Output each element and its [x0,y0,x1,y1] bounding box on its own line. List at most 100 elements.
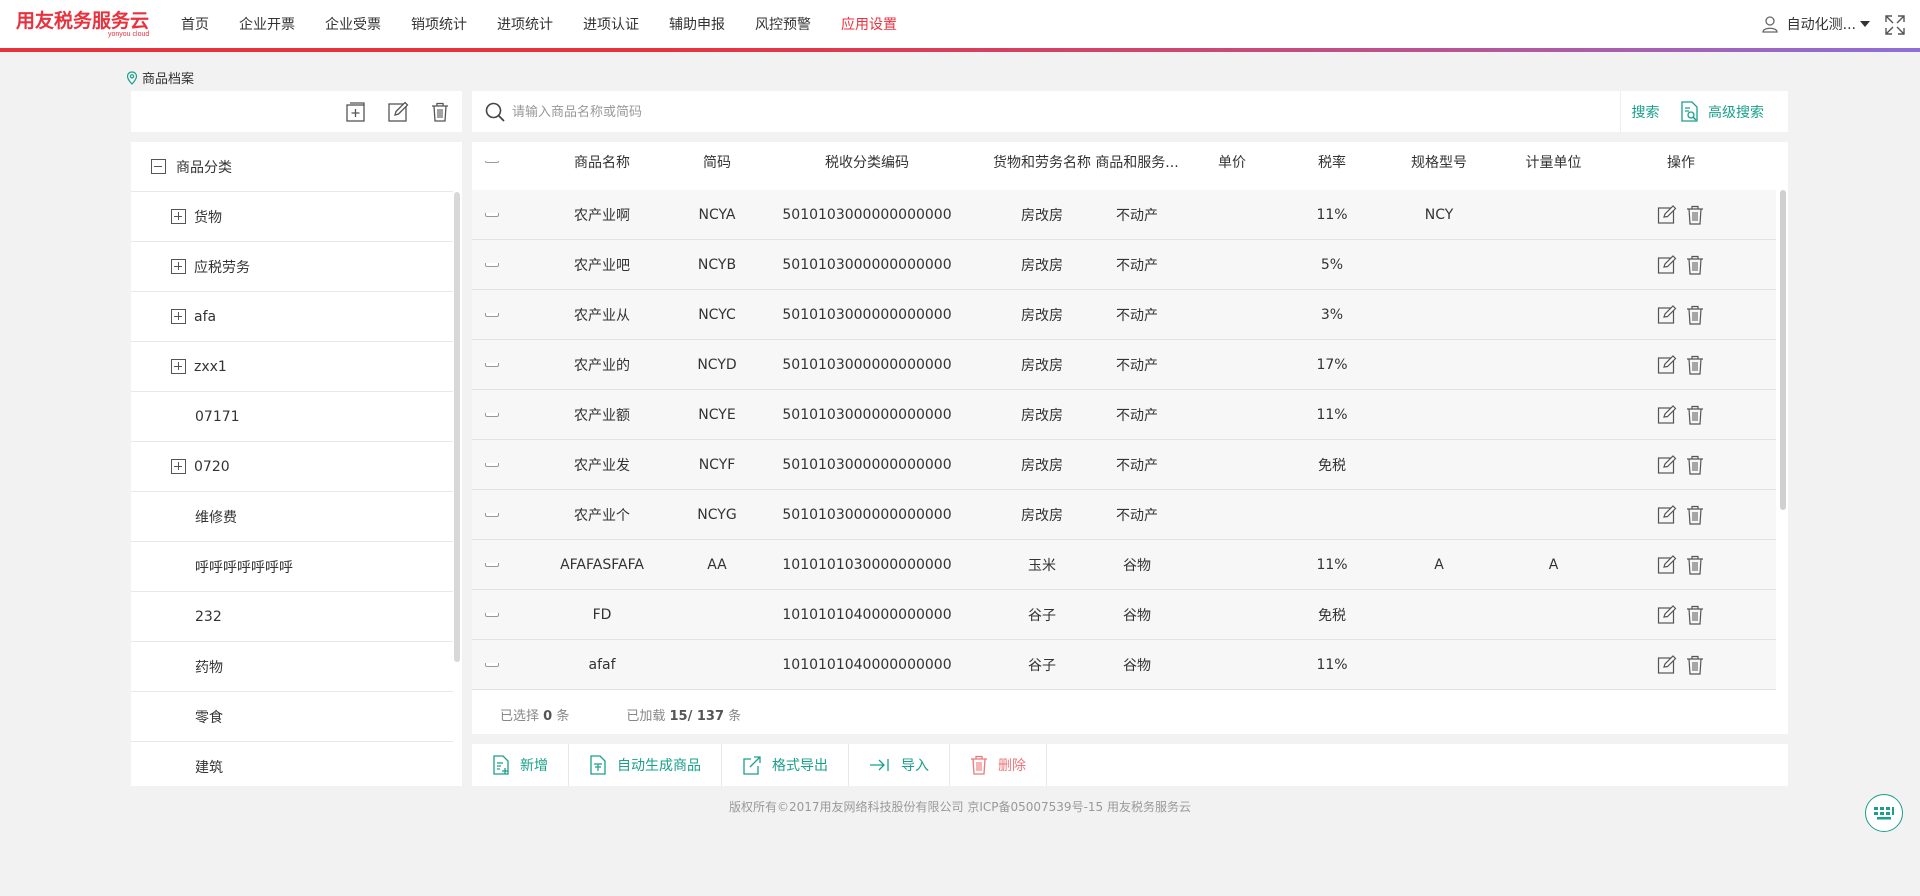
table-row[interactable]: FD 1010101040000000000 谷子 谷物 免税 [472,590,1776,640]
select-all-checkbox[interactable] [485,161,499,163]
row-checkbox[interactable] [485,512,499,517]
col-header-tax-code[interactable]: 税收分类编码 [742,152,992,172]
col-header-service-name[interactable]: 商品和服务... [1092,152,1182,172]
table-row[interactable]: 农产业啊 NCYA 5010103000000000000 房改房 不动产 11% NCY [472,190,1776,240]
row-checkbox[interactable] [485,412,499,417]
nav-item-sales-stats[interactable]: 销项统计 [411,14,467,34]
table-row[interactable]: 农产业的 NCYD 5010103000000000000 房改房 不动产 17% [472,340,1776,390]
search-input[interactable] [512,97,1642,127]
tree-root[interactable]: 商品分类 [131,142,453,192]
table-row[interactable]: AFAFASFAFA AA 1010101030000000000 玉米 谷物 11% A A [472,540,1776,590]
row-checkbox-cell [472,362,512,367]
trash-icon[interactable] [1685,505,1705,525]
table-row[interactable]: 农产业从 NCYC 5010103000000000000 房改房 不动产 3% [472,290,1776,340]
edit-icon[interactable] [1657,454,1677,475]
trash-icon[interactable] [1685,205,1705,225]
tree-item-taxable-services[interactable]: 应税劳务 [131,242,453,292]
table-row[interactable]: 农产业吧 NCYB 5010103000000000000 房改房 不动产 5% [472,240,1776,290]
col-header-name[interactable]: 商品名称 [512,152,692,172]
row-checkbox[interactable] [485,262,499,267]
row-checkbox[interactable] [485,662,499,667]
trash-icon[interactable] [1685,405,1705,425]
tree-item-snacks[interactable]: 零食 [131,692,453,742]
user-menu[interactable]: 自动化测... [1761,14,1870,34]
table-row[interactable]: 农产业额 NCYE 5010103000000000000 房改房 不动产 11% [472,390,1776,440]
row-checkbox[interactable] [485,462,499,467]
tree-item-zxx1[interactable]: zxx1 [131,342,453,392]
auto-generate-button[interactable]: 自动生成商品 [569,744,722,786]
tree-item-afa[interactable]: afa [131,292,453,342]
table-row[interactable]: afaf 1010101040000000000 谷子 谷物 11% [472,640,1776,690]
expand-icon[interactable] [171,459,186,474]
edit-icon[interactable] [1657,554,1677,575]
add-button[interactable]: 新增 [472,744,569,786]
expand-icon[interactable] [171,209,186,224]
edit-icon[interactable] [1657,204,1677,225]
trash-icon[interactable] [1685,255,1705,275]
trash-icon[interactable] [1685,655,1705,675]
trash-icon[interactable] [1685,355,1705,375]
edit-icon[interactable] [1657,304,1677,325]
tree-item-07171[interactable]: 07171 [131,392,453,442]
expand-icon[interactable] [171,359,186,374]
add-category-icon[interactable] [345,101,367,123]
nav-item-input-stats[interactable]: 进项统计 [497,14,553,34]
trash-icon[interactable] [1685,605,1705,625]
trash-icon[interactable] [1685,305,1705,325]
row-checkbox[interactable] [485,362,499,367]
import-button[interactable]: 导入 [849,744,950,786]
col-header-unit[interactable]: 计量单位 [1496,152,1611,172]
tree-item-repair-fee[interactable]: 维修费 [131,492,453,542]
row-checkbox[interactable] [485,212,499,217]
export-button[interactable]: 格式导出 [722,744,849,786]
row-checkbox[interactable] [485,612,499,617]
table-row[interactable]: 农产业个 NCYG 5010103000000000000 房改房 不动产 [472,490,1776,540]
fullscreen-icon[interactable] [1884,14,1906,36]
col-header-code[interactable]: 简码 [692,152,742,172]
edit-icon[interactable] [1657,354,1677,375]
edit-icon[interactable] [1657,604,1677,625]
delete-button[interactable]: 删除 [950,744,1047,786]
nav-item-issue-invoice[interactable]: 企业开票 [239,14,295,34]
nav-item-home[interactable]: 首页 [181,14,209,34]
table-row[interactable]: 农产业发 NCYF 5010103000000000000 房改房 不动产 免税 [472,440,1776,490]
edit-icon[interactable] [1657,654,1677,675]
nav-item-auxiliary-declaration[interactable]: 辅助申报 [669,14,725,34]
nav-item-app-settings[interactable]: 应用设置 [841,14,897,34]
edit-icon[interactable] [1657,504,1677,525]
keyboard-button[interactable] [1865,794,1903,832]
cell-tax-code: 5010103000000000000 [782,206,952,223]
edit-icon[interactable] [1657,254,1677,275]
col-header-price[interactable]: 单价 [1182,152,1282,172]
trash-icon[interactable] [1685,455,1705,475]
expand-icon[interactable] [171,309,186,324]
col-header-tax-rate[interactable]: 税率 [1282,152,1382,172]
advanced-search-button[interactable]: 高级搜索 [1680,91,1764,132]
tree-item-0720[interactable]: 0720 [131,442,453,492]
col-header-goods-name[interactable]: 货物和劳务名称 [992,152,1092,172]
collapse-icon[interactable] [151,159,166,174]
tree-scrollbar[interactable] [454,192,460,662]
tree-item-huhu[interactable]: 呼呼呼呼呼呼呼 [131,542,453,592]
tree-item-232[interactable]: 232 [131,592,453,642]
brand-logo[interactable]: 用友税务服务云 yonyou cloud [16,10,152,42]
search-button[interactable]: 搜索 [1620,91,1670,132]
loaded-prefix: 已加载 [626,708,666,724]
nav-item-receive-invoice[interactable]: 企业受票 [325,14,381,34]
keyboard-icon [1874,807,1894,820]
edit-category-icon[interactable] [387,101,409,123]
nav-item-input-certification[interactable]: 进项认证 [583,14,639,34]
tree-item-goods[interactable]: 货物 [131,192,453,242]
expand-icon[interactable] [171,259,186,274]
cell-name: FD [592,606,612,623]
table-scrollbar[interactable] [1780,190,1786,510]
edit-icon[interactable] [1657,404,1677,425]
delete-category-icon[interactable] [429,101,451,123]
trash-icon[interactable] [1685,555,1705,575]
tree-item-building[interactable]: 建筑 [131,742,453,786]
row-checkbox[interactable] [485,312,499,317]
nav-item-risk-warning[interactable]: 风控预警 [755,14,811,34]
tree-item-medicine[interactable]: 药物 [131,642,453,692]
row-checkbox[interactable] [485,562,499,567]
col-header-spec[interactable]: 规格型号 [1382,152,1496,172]
